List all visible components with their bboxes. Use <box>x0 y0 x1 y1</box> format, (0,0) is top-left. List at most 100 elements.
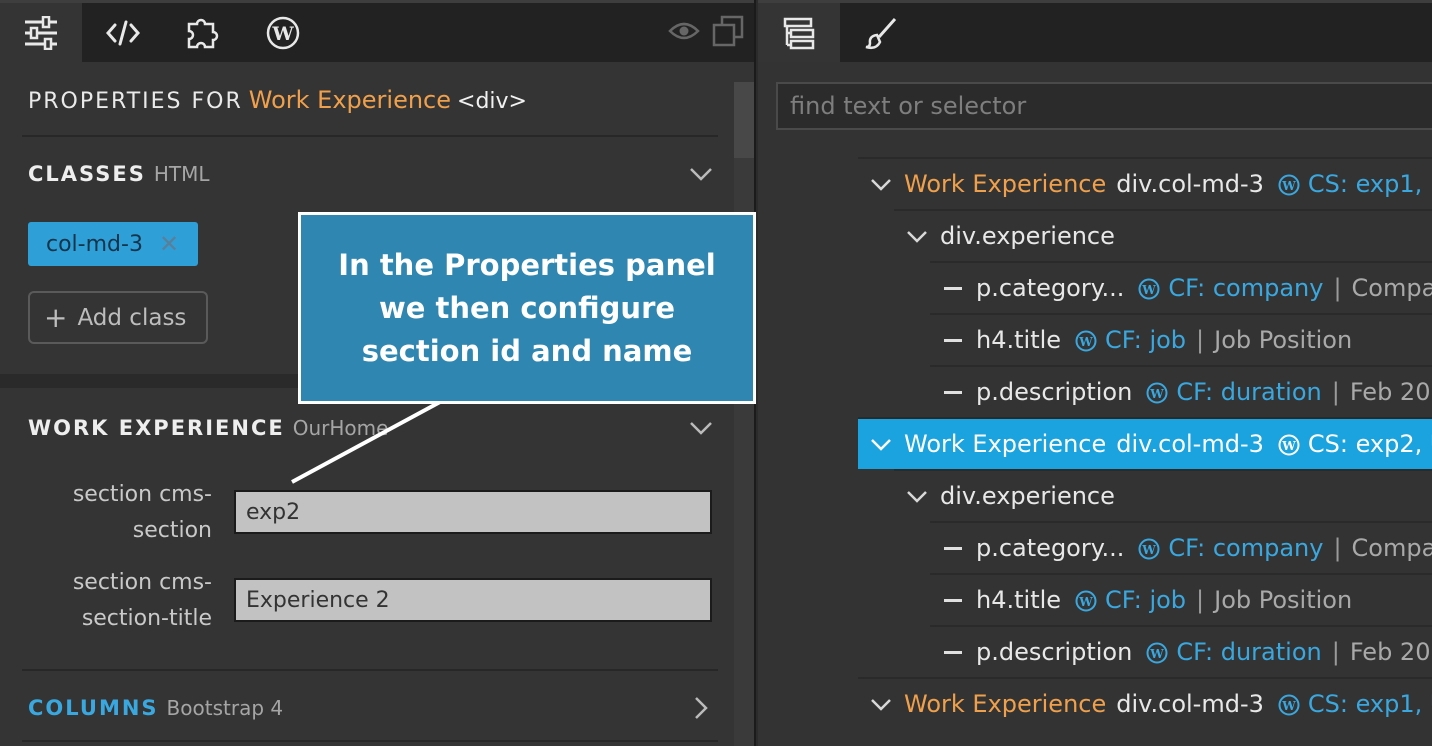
scrollbar-thumb[interactable] <box>734 82 754 158</box>
chevron-down-icon[interactable] <box>906 225 928 247</box>
section-title-input[interactable]: Experience 2 <box>234 578 712 622</box>
eye-icon[interactable] <box>668 20 700 42</box>
section-id-value: exp2 <box>246 499 301 525</box>
tree-section-name: Work Experience <box>904 170 1107 198</box>
tree-field-preview: Compa <box>1351 274 1432 302</box>
divider <box>22 135 718 137</box>
tree-selector: p.description <box>976 638 1133 666</box>
dash-icon <box>944 650 962 654</box>
tree-pipe: | <box>1196 586 1205 614</box>
section-id-label-line1: section cms- <box>72 482 212 507</box>
tree-row-section[interactable]: Work Experience div.col-md-3 W CS: exp1, U <box>858 677 1432 729</box>
tree-row-field[interactable]: p.description W CF: duration | Feb 20 <box>930 625 1432 677</box>
chevron-down-icon[interactable] <box>688 161 714 187</box>
tree-row-container[interactable]: div.experience <box>894 209 1432 261</box>
tab-properties[interactable] <box>0 3 82 62</box>
classes-subtitle: HTML <box>153 162 210 186</box>
section-title-value: Experience 2 <box>246 587 390 613</box>
tree-section-name: Work Experience <box>904 430 1107 458</box>
chevron-down-icon[interactable] <box>870 693 892 715</box>
properties-label: PROPERTIES FOR <box>28 89 243 114</box>
tree-field-meta: CF: duration <box>1176 378 1322 406</box>
element-tree-panel: find text or selector Work Experience div… <box>758 0 1432 746</box>
tree-field-preview: Job Position <box>1214 326 1353 354</box>
tree-selector: p.description <box>976 378 1133 406</box>
tree-pipe: | <box>1331 638 1340 666</box>
tree-row-field[interactable]: h4.title W CF: job | Job Position <box>930 313 1432 365</box>
tree-field-preview: Feb 20 <box>1349 378 1431 406</box>
scrollbar[interactable] <box>734 82 754 746</box>
wordpress-icon: W <box>1146 642 1168 664</box>
tree-row-field[interactable]: p.category... W CF: company | Compa <box>930 261 1432 313</box>
add-class-button[interactable]: + Add class <box>28 291 208 344</box>
tree-selector: div.col-md-3 <box>1116 690 1264 718</box>
element-name: Work Experience <box>248 86 452 114</box>
tree-row-field[interactable]: p.description W CF: duration | Feb 20 <box>930 365 1432 417</box>
wordpress-icon: W <box>1138 278 1160 300</box>
remove-class-icon[interactable]: ✕ <box>159 230 179 258</box>
tree-selector: p.category... <box>976 534 1125 562</box>
tab-tree[interactable] <box>758 3 840 62</box>
svg-text:W: W <box>1150 387 1165 401</box>
chevron-down-icon[interactable] <box>870 173 892 195</box>
tree-row-section[interactable]: Work Experience div.col-md-3 W CS: exp2, U <box>858 417 1432 469</box>
tab-code[interactable] <box>82 3 164 62</box>
tree-row-field[interactable]: p.category... W CF: company | Compa <box>930 521 1432 573</box>
section-title-label-line1: section cms- <box>72 570 212 595</box>
section-title-label-line2: section-title <box>81 606 212 631</box>
tree-cms-meta: CS: exp1, D <box>1307 170 1432 198</box>
tab-wordpress[interactable]: W <box>242 3 324 62</box>
chevron-right-icon[interactable] <box>688 695 714 721</box>
wordpress-icon: W <box>1278 694 1300 716</box>
columns-section-header[interactable]: COLUMNS Bootstrap 4 <box>28 696 283 720</box>
class-chip[interactable]: col-md-3 ✕ <box>28 222 198 266</box>
properties-header: PROPERTIES FOR Work Experience <div> <box>28 86 527 114</box>
work-section-header[interactable]: WORK EXPERIENCE OurHome <box>28 416 388 440</box>
tutorial-callout: In the Properties panel we then configur… <box>298 212 756 404</box>
tab-styles[interactable] <box>840 3 922 62</box>
wordpress-icon: W <box>1278 174 1300 196</box>
tree-search-input[interactable]: find text or selector <box>776 82 1432 130</box>
work-section-subtitle: OurHome <box>292 416 389 440</box>
dash-icon <box>944 338 962 342</box>
classes-section-header[interactable]: CLASSES HTML <box>28 162 209 186</box>
tree-section-name: Work Experience <box>904 690 1107 718</box>
svg-text:W: W <box>1078 335 1093 349</box>
svg-text:W: W <box>271 23 294 45</box>
dash-icon <box>944 286 962 290</box>
dash-icon <box>944 546 962 550</box>
tree-selector: div.col-md-3 <box>1116 170 1264 198</box>
properties-content: PROPERTIES FOR Work Experience <div> CLASS… <box>0 62 734 746</box>
callout-text: In the Properties panel we then configur… <box>338 247 716 368</box>
section-id-label-line2: section <box>132 518 212 543</box>
section-id-label: section cms- section <box>12 477 212 549</box>
tree-field-meta: CF: duration <box>1176 638 1322 666</box>
svg-text:W: W <box>1150 647 1165 661</box>
tree-pipe: | <box>1331 378 1340 406</box>
tree-field-preview: Job Position <box>1214 586 1353 614</box>
divider <box>22 740 718 742</box>
tree-row-section[interactable]: Work Experience div.col-md-3 W CS: exp1, D <box>858 157 1432 209</box>
work-section-title: WORK EXPERIENCE <box>28 416 285 440</box>
section-id-input[interactable]: exp2 <box>234 490 712 534</box>
wordpress-icon: W <box>1075 330 1097 352</box>
tree-field-preview: Feb 20 <box>1349 638 1431 666</box>
tree-field-meta: CF: company <box>1168 534 1324 562</box>
chevron-down-icon[interactable] <box>870 433 892 455</box>
chevron-down-icon[interactable] <box>688 415 714 441</box>
tree-selector: div.experience <box>940 482 1115 510</box>
columns-title: COLUMNS <box>28 696 159 720</box>
chevron-down-icon[interactable] <box>906 485 928 507</box>
tree-selector: p.category... <box>976 274 1125 302</box>
wordpress-icon: W <box>1278 434 1300 456</box>
tree-pipe: | <box>1333 534 1342 562</box>
copy-icon[interactable] <box>712 15 744 47</box>
tree-selector: div.experience <box>940 222 1115 250</box>
tree-row-field[interactable]: h4.title W CF: job | Job Position <box>930 573 1432 625</box>
tree-row-container[interactable]: div.experience <box>894 469 1432 521</box>
dash-icon <box>944 598 962 602</box>
search-placeholder: find text or selector <box>790 92 1027 120</box>
tree-cms-meta: CS: exp2, U <box>1307 430 1432 458</box>
left-toolbar-right <box>668 15 744 47</box>
tab-components[interactable] <box>162 3 244 62</box>
